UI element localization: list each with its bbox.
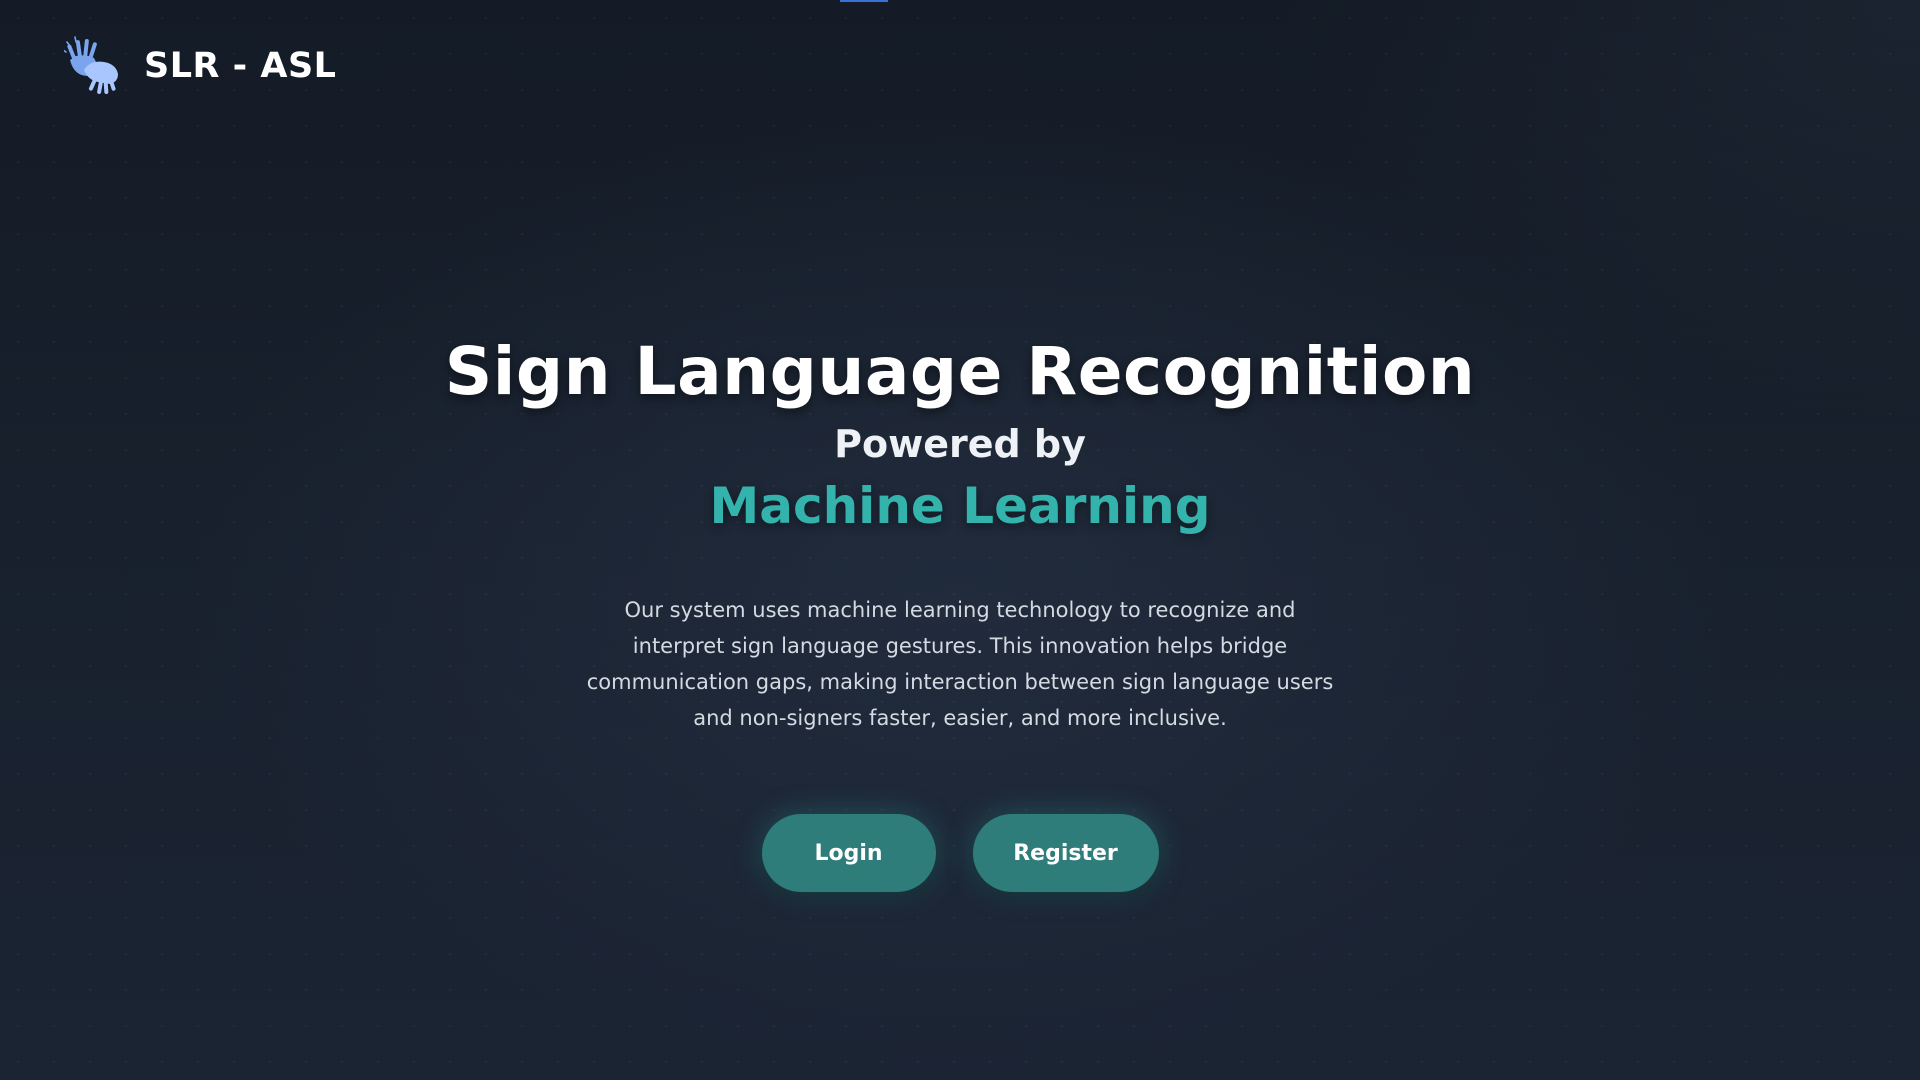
hero-description: Our system uses machine learning technol…	[586, 598, 1334, 730]
hero-subtitle: Powered by	[834, 422, 1086, 466]
top-indicator-bar	[840, 0, 888, 2]
sign-language-hands-icon	[64, 36, 118, 94]
hero-accent-text: Machine Learning	[709, 477, 1211, 535]
login-button[interactable]: Login	[761, 814, 936, 892]
brand-title: SLR - ASL	[144, 46, 337, 86]
hero-actions: Login Register	[0, 814, 1920, 892]
hero-section: Sign Language Recognition Powered by Mac…	[0, 330, 1920, 892]
register-button[interactable]: Register	[972, 814, 1159, 892]
brand[interactable]: SLR - ASL	[64, 36, 336, 96]
hero-title: Sign Language Recognition	[444, 333, 1476, 410]
